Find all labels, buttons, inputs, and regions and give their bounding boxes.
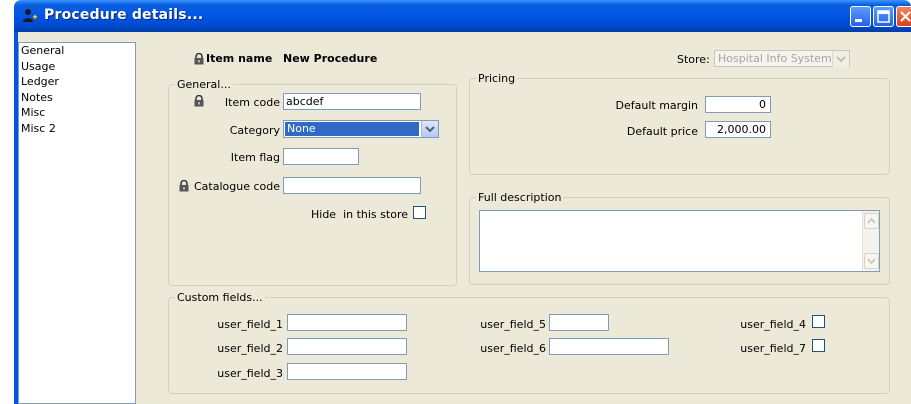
category-select-value: None: [285, 122, 419, 136]
close-button[interactable]: [896, 6, 911, 27]
nav-item-usage[interactable]: Usage: [19, 59, 135, 75]
hide-in-store-checkbox[interactable]: [413, 206, 426, 219]
pricing-group-title: Pricing: [476, 72, 518, 85]
user-field-5-label: user_field_5: [480, 318, 546, 331]
default-price-label: Default price: [626, 125, 698, 138]
full-description-textarea[interactable]: [479, 210, 880, 272]
scroll-up-button[interactable]: [864, 213, 879, 229]
close-icon: [900, 11, 911, 22]
user-field-6-label: user_field_6: [480, 342, 546, 355]
chevron-down-icon: [867, 258, 876, 265]
nav-item-misc-2[interactable]: Misc 2: [19, 121, 135, 137]
user-field-7-checkbox[interactable]: [812, 339, 825, 352]
catalogue-code-field[interactable]: [283, 177, 421, 194]
user-field-6-input[interactable]: [549, 338, 669, 355]
item-name-value: New Procedure: [283, 52, 378, 65]
store-select-value: Hospital Info System: [718, 52, 832, 65]
category-select[interactable]: None: [283, 120, 439, 138]
nav-item-general[interactable]: General: [19, 43, 135, 59]
scroll-down-button[interactable]: [864, 253, 879, 269]
category-label: Category: [229, 124, 280, 137]
user-field-4-checkbox[interactable]: [812, 315, 825, 328]
user-field-3-input[interactable]: [287, 363, 407, 380]
catalogue-code-label: Catalogue code: [193, 180, 280, 193]
store-label: Store:: [677, 53, 710, 66]
default-margin-field[interactable]: 0: [705, 96, 771, 113]
minimize-button[interactable]: [850, 6, 871, 27]
user-field-7-label: user_field_7: [740, 342, 806, 355]
user-field-4-label: user_field_4: [740, 318, 806, 331]
maximize-icon: [877, 10, 890, 23]
general-group-title: General...: [175, 78, 233, 91]
default-margin-label: Default margin: [615, 99, 698, 112]
item-code-label: Item code: [224, 96, 280, 109]
hide-in-store-label: Hide in this store: [311, 208, 408, 221]
maximize-button[interactable]: [873, 6, 894, 27]
chevron-down-icon: [425, 126, 435, 133]
store-select[interactable]: Hospital Info System: [714, 50, 850, 67]
lock-icon: [179, 180, 189, 192]
person-plus-icon: [23, 9, 37, 22]
default-price-field[interactable]: 2,000.00: [705, 121, 771, 138]
minimize-icon: [855, 19, 862, 22]
user-field-5-input[interactable]: [549, 314, 609, 331]
store-dropdown-button[interactable]: [832, 51, 849, 67]
item-flag-field[interactable]: [283, 148, 359, 165]
custom-fields-group-title: Custom fields...: [175, 291, 265, 304]
item-code-field[interactable]: abcdef: [283, 93, 421, 110]
title-bar[interactable]: Procedure details...: [14, 0, 911, 32]
lock-icon: [194, 53, 204, 65]
user-field-2-label: user_field_2: [217, 342, 283, 355]
item-name-label: Item name: [206, 52, 273, 65]
category-dropdown-button[interactable]: [421, 121, 438, 137]
full-description-group-title: Full description: [476, 191, 564, 204]
chevron-down-icon: [836, 56, 846, 63]
chevron-up-icon: [867, 217, 876, 224]
section-nav-list[interactable]: General Usage Ledger Notes Misc Misc 2: [18, 42, 136, 404]
user-field-3-label: user_field_3: [217, 367, 283, 380]
user-field-2-input[interactable]: [287, 338, 407, 355]
user-field-1-input[interactable]: [287, 314, 407, 331]
description-scrollbar[interactable]: [862, 211, 879, 271]
item-flag-label: Item flag: [230, 151, 280, 164]
nav-item-misc[interactable]: Misc: [19, 105, 135, 121]
window-title: Procedure details...: [44, 7, 204, 23]
nav-item-notes[interactable]: Notes: [19, 90, 135, 106]
user-field-1-label: user_field_1: [217, 318, 283, 331]
nav-item-ledger[interactable]: Ledger: [19, 74, 135, 90]
